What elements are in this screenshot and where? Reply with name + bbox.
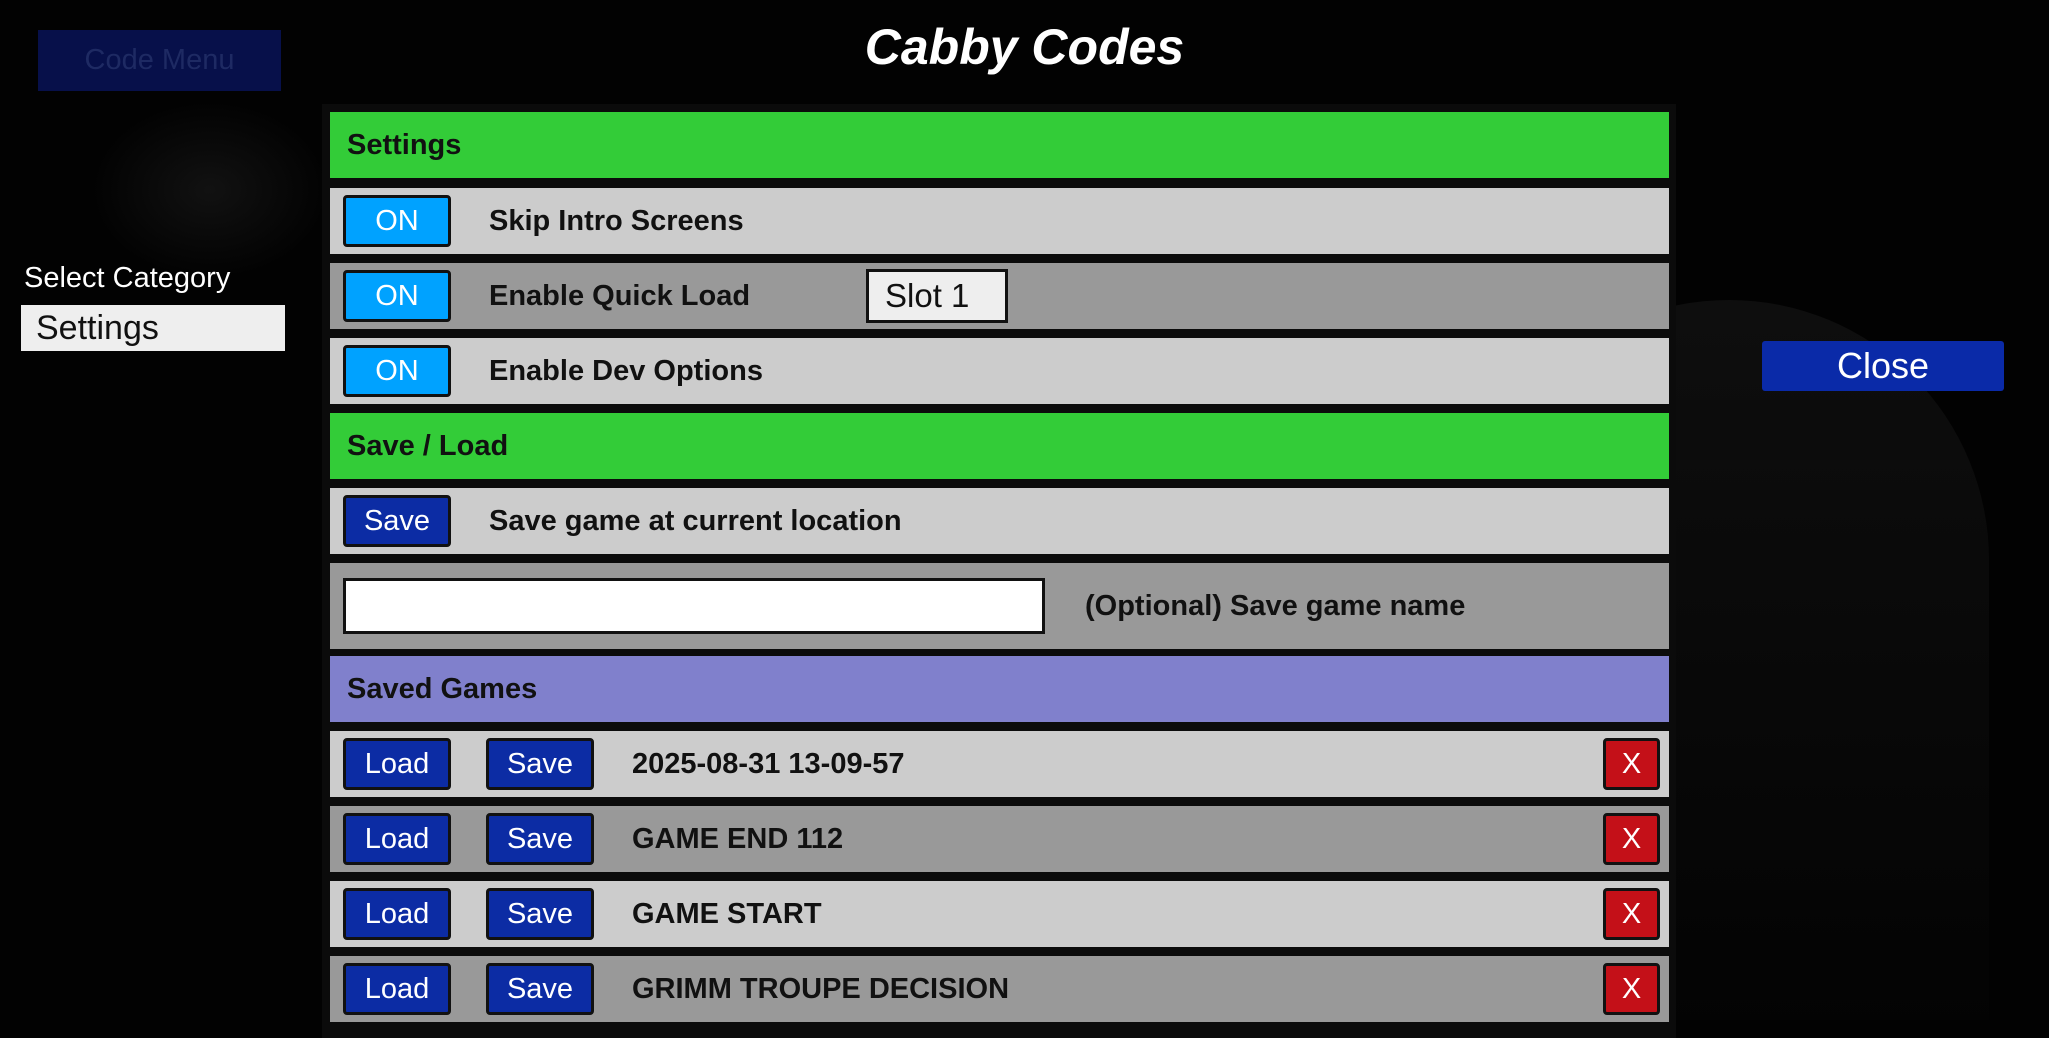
close-button[interactable]: Close xyxy=(1762,341,2004,391)
app-title-text: Cabby Codes xyxy=(864,19,1185,75)
saved-game-name: GAME START xyxy=(632,897,822,930)
saved-game-row: Load Save GAME START X xyxy=(330,881,1669,947)
overwrite-save-button[interactable]: Save xyxy=(486,963,594,1015)
save-name-hint: (Optional) Save game name xyxy=(1085,589,1466,622)
delete-save-button[interactable]: X xyxy=(1603,738,1660,790)
category-dropdown[interactable]: Settings xyxy=(21,305,285,351)
delete-save-button[interactable]: X xyxy=(1603,888,1660,940)
skip-intro-toggle[interactable]: ON xyxy=(343,195,451,247)
skip-intro-label: Skip Intro Screens xyxy=(489,204,744,237)
saved-game-name: 2025-08-31 13-09-57 xyxy=(632,747,905,780)
overwrite-save-button[interactable]: Save xyxy=(486,888,594,940)
dev-options-toggle[interactable]: ON xyxy=(343,345,451,397)
dev-options-label: Enable Dev Options xyxy=(489,354,763,387)
saved-game-name: GAME END 112 xyxy=(632,822,844,855)
save-name-row: (Optional) Save game name xyxy=(330,563,1669,649)
load-game-button[interactable]: Load xyxy=(343,963,451,1015)
settings-section-header: Settings xyxy=(330,112,1669,178)
select-category-label: Select Category xyxy=(24,262,231,294)
background-art-knight xyxy=(90,100,330,280)
saved-game-row: Load Save 2025-08-31 13-09-57 X xyxy=(330,731,1669,797)
saved-game-row: Load Save GAME END 112 X xyxy=(330,806,1669,872)
overwrite-save-button[interactable]: Save xyxy=(486,738,594,790)
load-game-button[interactable]: Load xyxy=(343,738,451,790)
save-current-label: Save game at current location xyxy=(489,504,902,537)
setting-row-dev-options: ON Enable Dev Options xyxy=(330,338,1669,404)
delete-save-button[interactable]: X xyxy=(1603,813,1660,865)
save-name-input[interactable] xyxy=(343,578,1045,634)
saved-game-row: Load Save GRIMM TROUPE DECISION X xyxy=(330,956,1669,1022)
load-game-button[interactable]: Load xyxy=(343,813,451,865)
quick-load-slot-select[interactable]: Slot 1 xyxy=(866,269,1008,323)
save-current-row: Save Save game at current location xyxy=(330,488,1669,554)
app-title: Cabby Codes xyxy=(0,18,2049,76)
overwrite-save-button[interactable]: Save xyxy=(486,813,594,865)
saved-games-section-header: Saved Games xyxy=(330,656,1669,722)
saved-game-name: GRIMM TROUPE DECISION xyxy=(632,972,1010,1005)
setting-row-skip-intro: ON Skip Intro Screens xyxy=(330,188,1669,254)
load-game-button[interactable]: Load xyxy=(343,888,451,940)
delete-save-button[interactable]: X xyxy=(1603,963,1660,1015)
quick-load-toggle[interactable]: ON xyxy=(343,270,451,322)
save-load-section-header: Save / Load xyxy=(330,413,1669,479)
save-current-button[interactable]: Save xyxy=(343,495,451,547)
setting-row-quick-load: ON Enable Quick Load Slot 1 xyxy=(330,263,1669,329)
quick-load-label: Enable Quick Load xyxy=(489,279,751,312)
